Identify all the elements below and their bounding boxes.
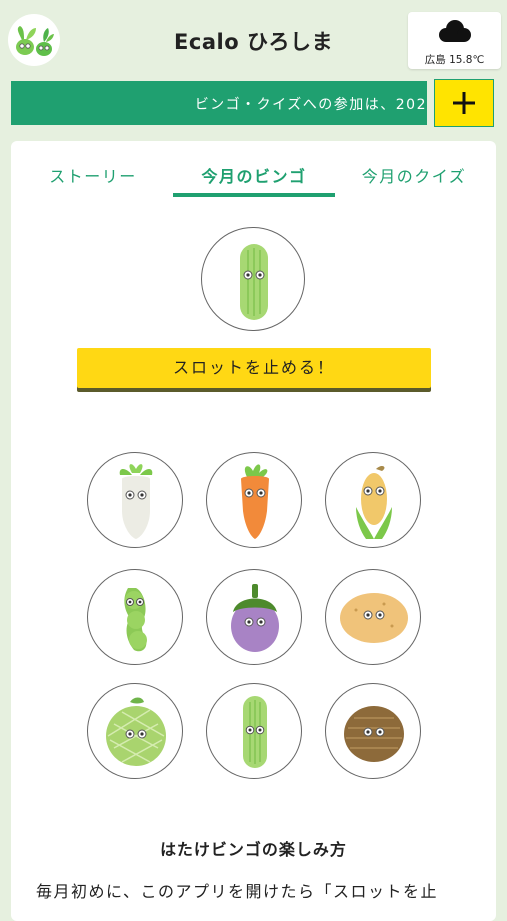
weather-widget[interactable]: 広島 15.8℃ bbox=[408, 12, 501, 69]
bingo-cell-corn[interactable] bbox=[325, 452, 421, 548]
tab-story[interactable]: ストーリー bbox=[30, 163, 156, 187]
taro-icon bbox=[344, 706, 404, 762]
active-tab-indicator bbox=[173, 193, 335, 197]
daikon-icon bbox=[119, 464, 153, 539]
cloud-icon bbox=[439, 20, 471, 42]
bingo-cell-carrot[interactable] bbox=[206, 452, 302, 548]
eggplant-icon bbox=[231, 584, 279, 652]
bingo-cell-daikon[interactable] bbox=[87, 452, 183, 548]
cucumber-icon bbox=[240, 244, 268, 320]
banner-text: ビンゴ・クイズへの参加は、202 bbox=[194, 97, 427, 113]
plus-icon bbox=[453, 92, 475, 114]
howto-text: 毎月初めに、このアプリを開けたら「スロットを止 bbox=[36, 882, 439, 901]
carrot-icon bbox=[241, 464, 269, 539]
bingo-cell-melon[interactable] bbox=[87, 683, 183, 779]
howto-title: はたけビンゴの楽しみ方 bbox=[160, 840, 347, 859]
bingo-cell-cucumber[interactable] bbox=[206, 683, 302, 779]
header: Ecalo ひろしま 広島 15.8℃ bbox=[0, 0, 507, 80]
melon-icon bbox=[106, 697, 166, 766]
slot-display bbox=[201, 227, 305, 331]
bingo-cell-taro[interactable] bbox=[325, 683, 421, 779]
stop-slot-button[interactable]: スロットを止める！ bbox=[77, 348, 431, 388]
weather-text: 広島 15.8℃ bbox=[424, 54, 485, 66]
bingo-cell-eggplant[interactable] bbox=[206, 569, 302, 665]
potato-icon bbox=[340, 593, 408, 643]
corn-icon bbox=[356, 465, 392, 539]
edamame-icon bbox=[124, 588, 147, 652]
bingo-cell-potato[interactable] bbox=[325, 569, 421, 665]
add-button[interactable] bbox=[434, 79, 494, 127]
news-ticker-banner[interactable]: ビンゴ・クイズへの参加は、202 bbox=[11, 81, 427, 125]
cucumber-icon bbox=[243, 696, 267, 768]
tab-monthly-quiz[interactable]: 今月のクイズ bbox=[350, 163, 478, 187]
tab-monthly-bingo[interactable]: 今月のビンゴ bbox=[173, 163, 335, 187]
bingo-cell-edamame[interactable] bbox=[87, 569, 183, 665]
